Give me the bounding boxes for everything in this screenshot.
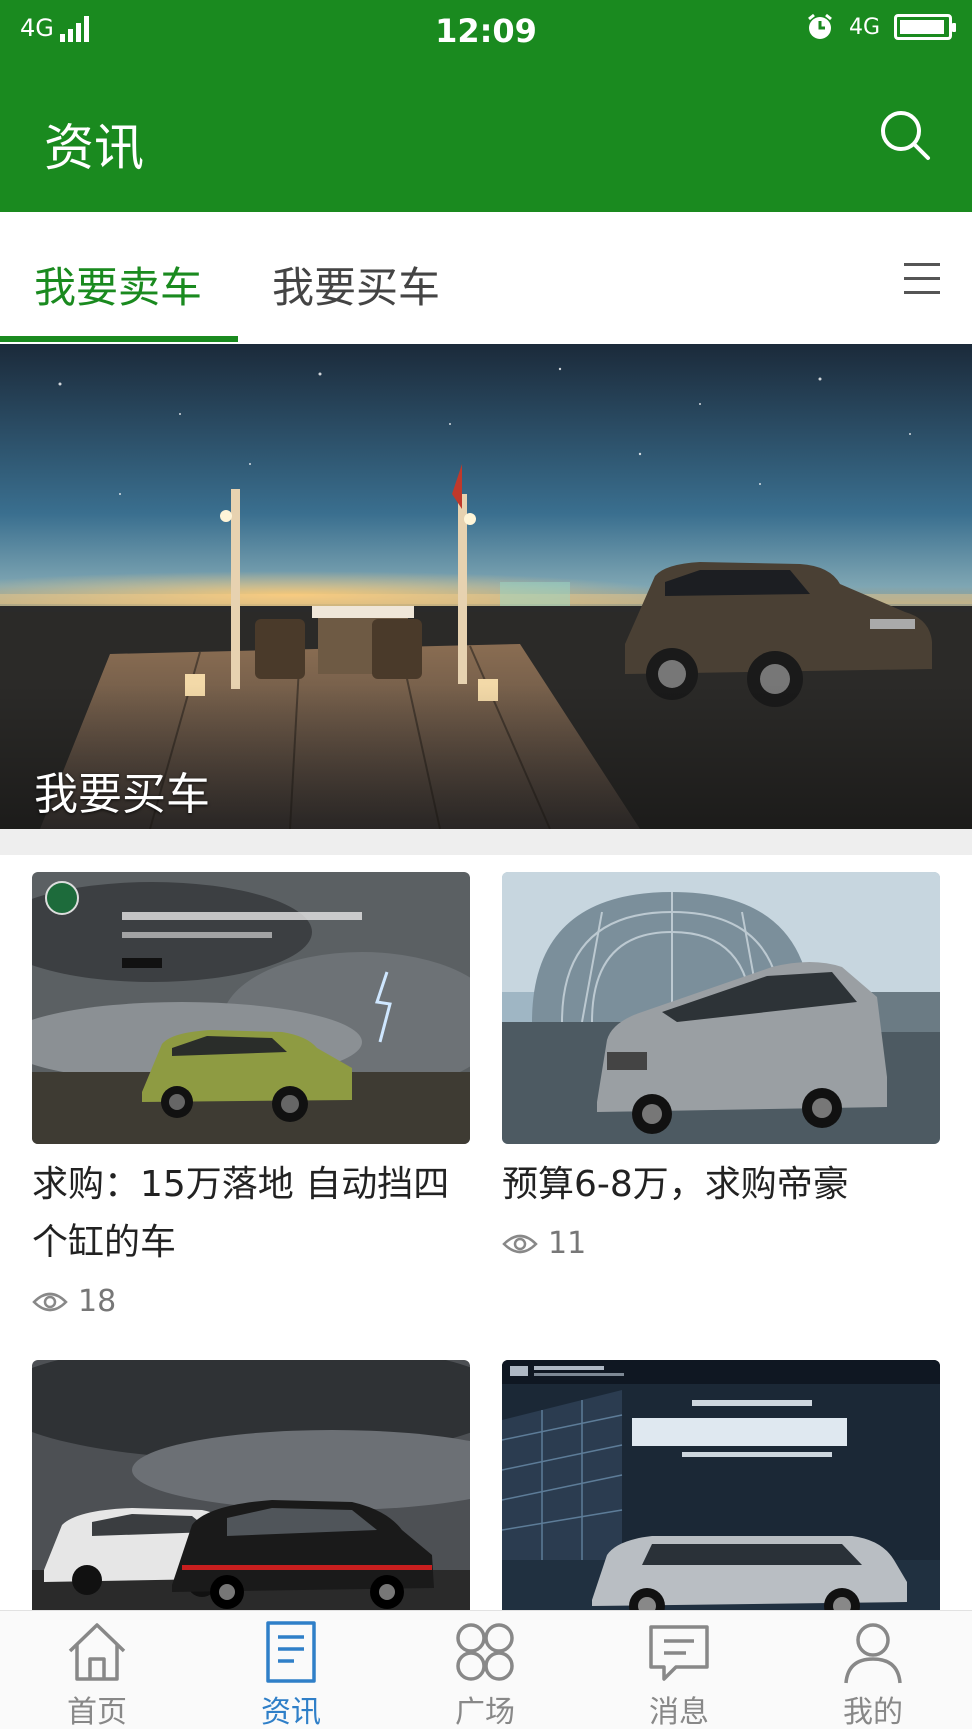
post-title: 求购：15万落地 自动挡四个缸的车 [32, 1164, 450, 1263]
status-icons: 4G [805, 12, 956, 42]
tab-sell-car[interactable]: 我要卖车 [34, 254, 202, 315]
post-title: 预算6-8万，求购帝豪 [502, 1164, 849, 1205]
battery-icon [894, 14, 956, 40]
post-card[interactable]: 求购：15万落地 自动挡四个缸的车 18 [32, 872, 470, 1319]
view-count-value: 18 [78, 1284, 117, 1319]
nav-item-news[interactable]: 资讯 [194, 1619, 388, 1731]
post-card[interactable]: 预算6-8万，求购帝豪 11 [502, 872, 940, 1261]
view-count-value: 11 [548, 1226, 587, 1261]
eye-icon [502, 1234, 538, 1253]
post-image [32, 1360, 470, 1632]
nav-label: 我的 [843, 1695, 903, 1730]
eye-icon [32, 1292, 68, 1311]
search-icon[interactable] [876, 106, 936, 166]
home-icon [68, 1623, 126, 1681]
banner-caption: 我要买车 [34, 769, 210, 820]
message-icon [649, 1625, 709, 1681]
nav-label: 消息 [649, 1695, 709, 1730]
nav-label: 资讯 [261, 1695, 321, 1730]
nav-item-me[interactable]: 我的 [776, 1619, 970, 1731]
page-title: 资讯 [44, 119, 144, 177]
post-image [502, 872, 940, 1144]
nav-item-home[interactable]: 首页 [0, 1619, 194, 1731]
news-icon [266, 1621, 316, 1683]
nav-label: 广场 [455, 1695, 515, 1730]
app-bar: 资讯 [0, 64, 972, 212]
nav-label: 首页 [67, 1695, 127, 1730]
square-grid-icon [456, 1623, 514, 1681]
nav-item-messages[interactable]: 消息 [582, 1619, 776, 1731]
battery-level [900, 20, 944, 34]
nav-item-square[interactable]: 广场 [388, 1619, 582, 1731]
post-card[interactable] [502, 1360, 940, 1644]
banner-image [0, 344, 972, 829]
post-image [502, 1360, 940, 1632]
active-tab-indicator [0, 336, 238, 342]
status-bar: 4G 12:09 4G [0, 0, 972, 64]
bottom-nav: 首页 资讯 广场 消息 我的 [0, 1610, 972, 1731]
menu-icon[interactable] [902, 260, 942, 298]
tab-buy-car[interactable]: 我要买车 [272, 254, 440, 315]
alarm-icon [808, 13, 832, 39]
banner[interactable]: 我要买车 [0, 344, 972, 829]
post-card[interactable] [32, 1360, 470, 1644]
network-type-right: 4G [848, 14, 880, 40]
post-image [32, 872, 470, 1144]
view-count: 11 [502, 1226, 940, 1261]
view-count: 18 [32, 1284, 470, 1319]
section-divider [0, 829, 972, 855]
category-tabs: 我要卖车 我要买车 [0, 212, 972, 344]
user-icon [844, 1623, 902, 1684]
